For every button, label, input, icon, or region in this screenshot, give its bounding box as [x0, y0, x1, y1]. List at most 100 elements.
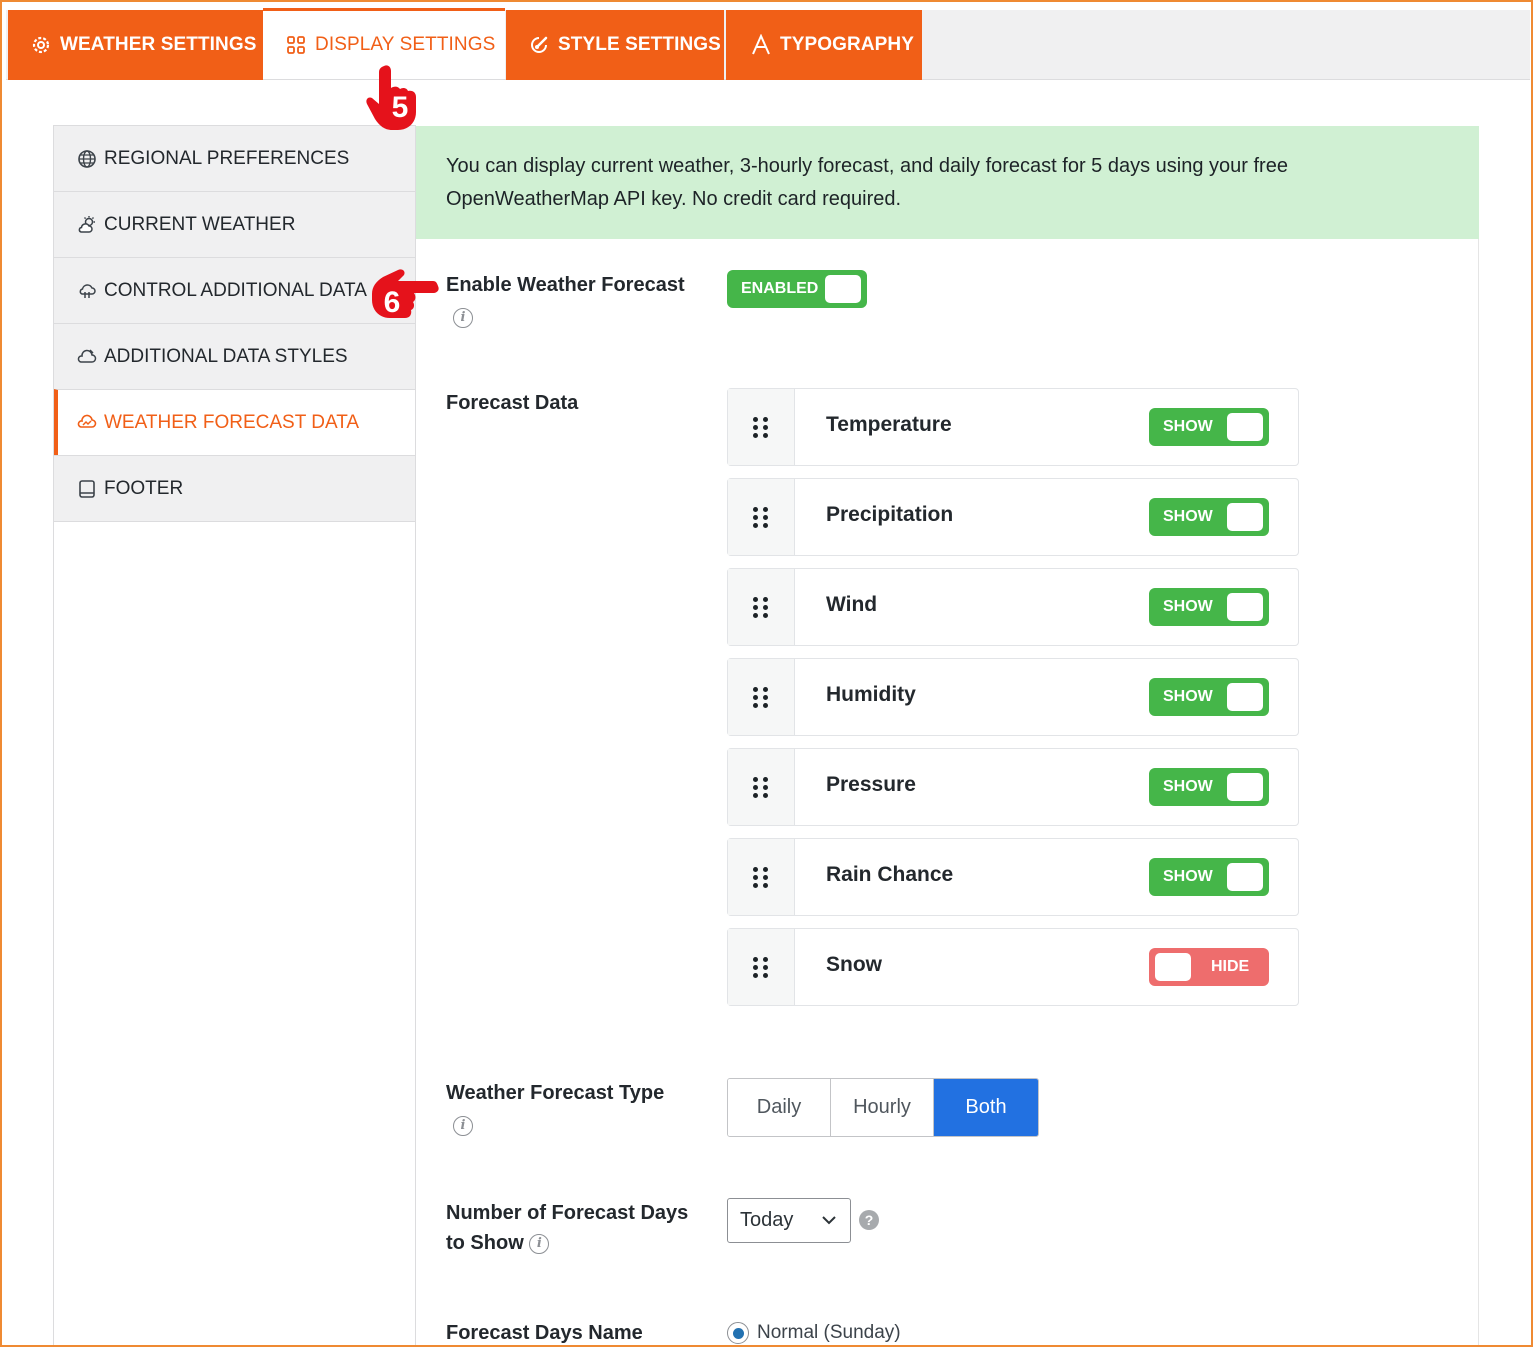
toggle-knob [1227, 863, 1263, 891]
settings-frame: WEATHER SETTINGS DISPLAY SETTINGS STYLE … [0, 0, 1533, 1347]
days-name-label: Forecast Days Name [446, 1322, 643, 1344]
show-toggle[interactable]: SHOW [1149, 588, 1269, 626]
sun-cloud-icon [76, 214, 98, 236]
forecast-row-pressure: Pressure SHOW [727, 748, 1299, 826]
tab-label: DISPLAY SETTINGS [315, 34, 496, 55]
show-toggle[interactable]: SHOW [1149, 498, 1269, 536]
forecast-type-label: Weather Forecast Type i [446, 1078, 664, 1140]
help-icon[interactable]: ? [859, 1210, 879, 1230]
forecast-days-select[interactable]: Today [727, 1198, 851, 1243]
tab-weather-settings[interactable]: WEATHER SETTINGS [8, 10, 263, 80]
content-border [1478, 239, 1479, 1345]
sidebar-item-label: ADDITIONAL DATA STYLES [104, 345, 348, 367]
toggle-label: SHOW [1163, 868, 1213, 885]
forecast-days-label-line-2: to Show [446, 1232, 524, 1254]
sidebar-item-label: FOOTER [104, 477, 184, 499]
sidebar-item-weather-forecast-data[interactable]: WEATHER FORECAST DATA [54, 389, 415, 456]
notice-line-2: OpenWeatherMap API key. No credit card r… [446, 188, 902, 210]
sidebar-item-additional-data-styles[interactable]: ADDITIONAL DATA STYLES [54, 323, 415, 390]
forecast-days-label-line-1: Number of Forecast Days [446, 1202, 689, 1224]
forecast-data-label: Forecast Data [446, 392, 579, 414]
forecast-days-label: Number of Forecast Days to Show i [446, 1198, 688, 1258]
brush-icon [528, 34, 550, 56]
toggle-knob [1227, 773, 1263, 801]
toggle-knob [1227, 593, 1263, 621]
segment-both[interactable]: Both [934, 1079, 1038, 1136]
tab-style-settings[interactable]: STYLE SETTINGS [506, 10, 724, 80]
forecast-row-name: Wind [826, 593, 878, 616]
tab-label: TYPOGRAPHY [780, 34, 915, 55]
enable-forecast-label-text: Enable Weather Forecast [446, 274, 685, 296]
toggle-label: SHOW [1163, 418, 1213, 435]
cloud-forecast-icon [76, 412, 98, 434]
grid-icon [285, 34, 307, 56]
notice-line-1: You can display current weather, 3-hourl… [446, 155, 1288, 177]
show-toggle[interactable]: SHOW [1149, 768, 1269, 806]
footer-icon [76, 478, 98, 500]
drag-handle-icon[interactable] [728, 389, 795, 465]
callout-number: 6 [383, 286, 401, 319]
enable-forecast-toggle[interactable]: ENABLED [727, 270, 867, 308]
radio-label: Normal (Sunday) [757, 1322, 901, 1343]
forecast-row-rain-chance: Rain Chance SHOW [727, 838, 1299, 916]
segment-daily[interactable]: Daily [728, 1079, 831, 1136]
days-name-radio-normal[interactable]: Normal (Sunday) [727, 1322, 901, 1344]
select-value: Today [740, 1209, 794, 1231]
forecast-row-name: Pressure [826, 773, 916, 796]
forecast-row-precipitation: Precipitation SHOW [727, 478, 1299, 556]
chevron-down-icon [820, 1211, 838, 1235]
toggle-label: SHOW [1163, 598, 1213, 615]
sidebar-item-regional-preferences[interactable]: REGIONAL PREFERENCES [54, 125, 415, 192]
forecast-row-name: Precipitation [826, 503, 954, 526]
callout-number: 5 [391, 91, 409, 124]
forecast-row-wind: Wind SHOW [727, 568, 1299, 646]
callout-step-6: 6 [370, 268, 442, 334]
gear-icon [30, 34, 52, 56]
forecast-row-humidity: Humidity SHOW [727, 658, 1299, 736]
callout-step-5: 5 [364, 62, 430, 132]
toggle-label: SHOW [1163, 688, 1213, 705]
drag-handle-icon[interactable] [728, 479, 795, 555]
drag-handle-icon[interactable] [728, 659, 795, 735]
drag-handle-icon[interactable] [728, 749, 795, 825]
forecast-row-name: Humidity [826, 683, 916, 706]
cloud-style-icon [76, 346, 98, 368]
show-toggle[interactable]: SHOW [1149, 858, 1269, 896]
segment-hourly[interactable]: Hourly [831, 1079, 934, 1136]
forecast-row-name: Snow [826, 953, 882, 976]
drag-handle-icon[interactable] [728, 929, 795, 1005]
drag-handle-icon[interactable] [728, 839, 795, 915]
hide-toggle[interactable]: HIDE [1149, 948, 1269, 986]
forecast-row-name: Rain Chance [826, 863, 954, 886]
tab-typography[interactable]: TYPOGRAPHY [726, 10, 922, 80]
sidebar-item-current-weather[interactable]: CURRENT WEATHER [54, 191, 415, 258]
sidebar-item-control-additional-data[interactable]: CONTROL ADDITIONAL DATA [54, 257, 415, 324]
info-icon[interactable]: i [453, 307, 473, 328]
forecast-row-name: Temperature [826, 413, 952, 436]
toggle-knob [1227, 413, 1263, 441]
toggle-label: HIDE [1211, 958, 1250, 975]
show-toggle[interactable]: SHOW [1149, 678, 1269, 716]
toggle-label: SHOW [1163, 508, 1213, 525]
forecast-row-temperature: Temperature SHOW [727, 388, 1299, 466]
toggle-knob [1155, 953, 1191, 981]
radio-button[interactable] [727, 1322, 749, 1344]
cloud-data-icon [76, 280, 98, 302]
forecast-type-segmented: Daily Hourly Both [727, 1078, 1039, 1137]
toggle-label: ENABLED [741, 280, 819, 297]
toggle-label: SHOW [1163, 778, 1213, 795]
tab-label: STYLE SETTINGS [558, 34, 721, 55]
settings-sidebar: REGIONAL PREFERENCES CURRENT WEATHER CON… [53, 125, 416, 1345]
info-icon[interactable]: i [529, 1233, 550, 1254]
sidebar-item-label: CURRENT WEATHER [104, 213, 296, 235]
forecast-type-label-text: Weather Forecast Type [446, 1082, 665, 1104]
drag-handle-icon[interactable] [728, 569, 795, 645]
globe-icon [76, 148, 98, 170]
toggle-knob [825, 275, 861, 303]
show-toggle[interactable]: SHOW [1149, 408, 1269, 446]
sidebar-item-label: REGIONAL PREFERENCES [104, 147, 350, 169]
sidebar-item-footer[interactable]: FOOTER [54, 455, 415, 522]
api-notice: You can display current weather, 3-hourl… [416, 126, 1479, 239]
enable-forecast-label: Enable Weather Forecast i [446, 270, 685, 332]
info-icon[interactable]: i [453, 1115, 473, 1136]
